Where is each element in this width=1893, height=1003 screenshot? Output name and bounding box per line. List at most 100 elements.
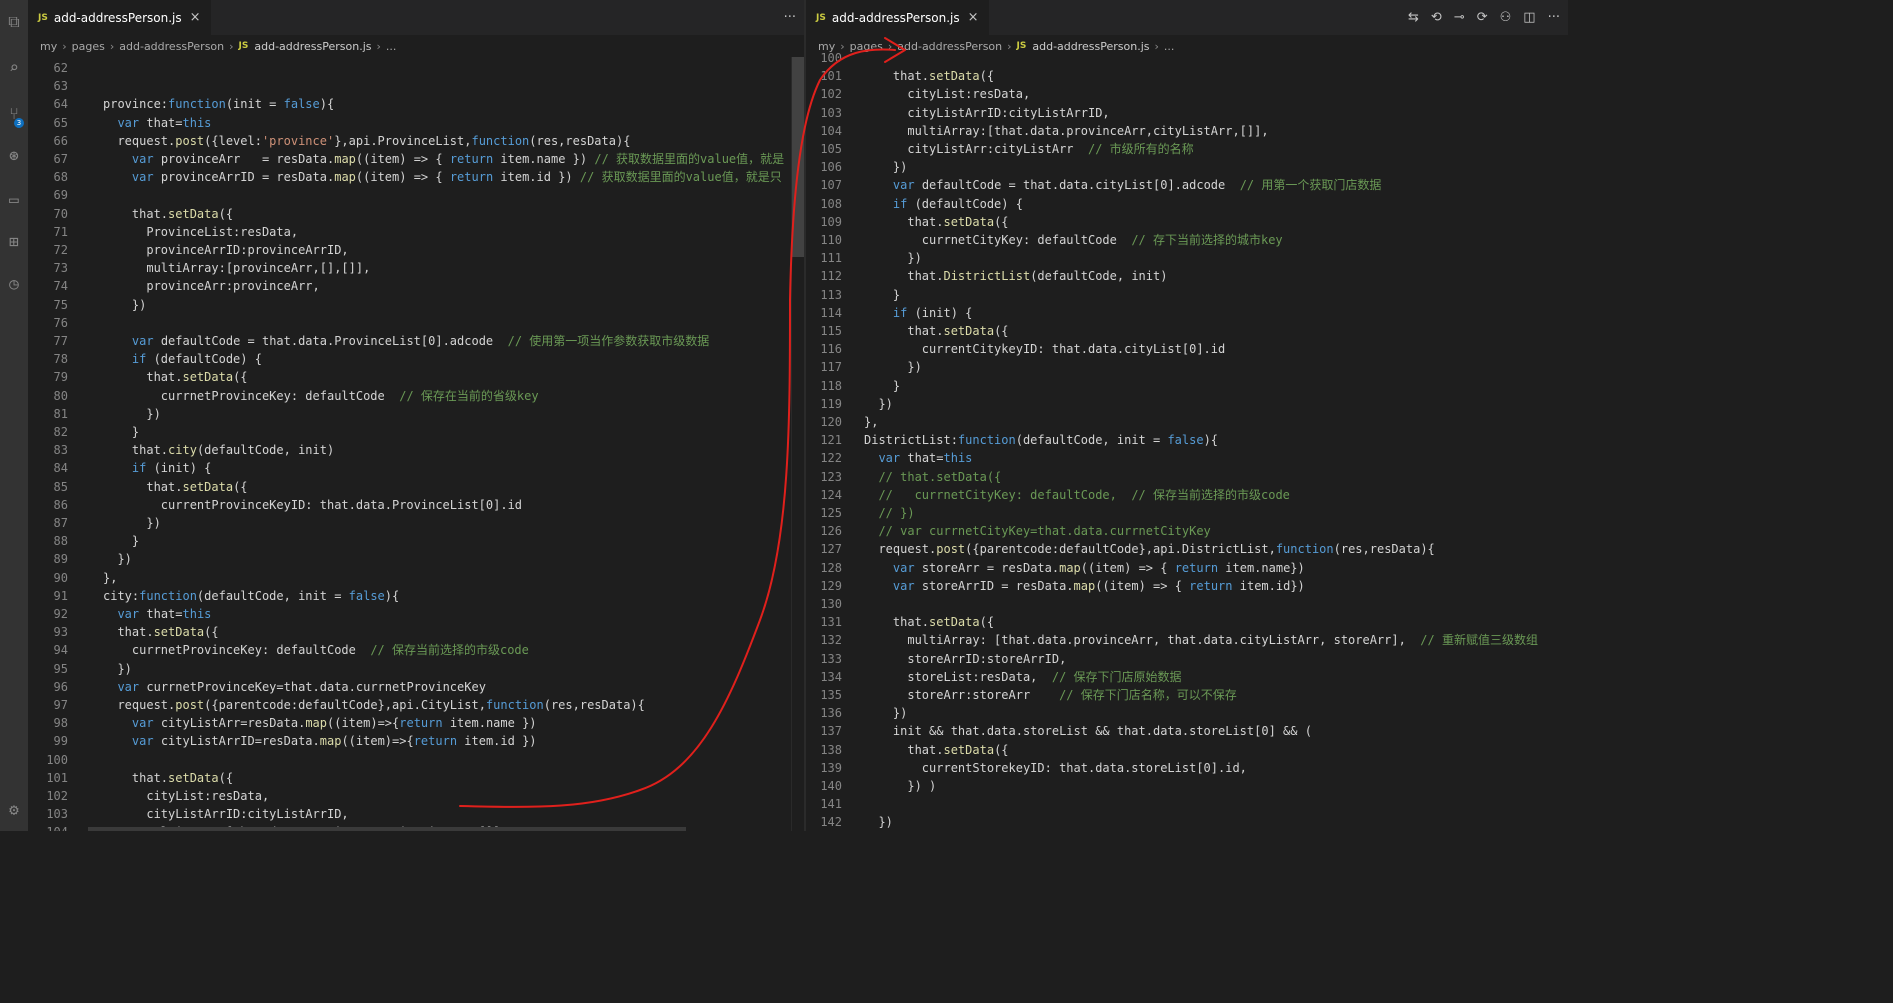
code-line[interactable]: 74 provinceArr:provinceArr, xyxy=(28,277,804,295)
code-line[interactable]: 108 if (defaultCode) { xyxy=(806,195,1568,213)
code-line[interactable]: 119 }) xyxy=(806,395,1568,413)
code-line[interactable]: 71 ProvinceList:resData, xyxy=(28,223,804,241)
code-line[interactable]: 137 init && that.data.storeList && that.… xyxy=(806,722,1568,740)
code-line[interactable]: 76 xyxy=(28,314,804,332)
code-line[interactable]: 77 var defaultCode = that.data.ProvinceL… xyxy=(28,332,804,350)
code-line[interactable]: 114 if (init) { xyxy=(806,304,1568,322)
code-line[interactable]: 138 that.setData({ xyxy=(806,741,1568,759)
code-line[interactable]: 102 cityList:resData, xyxy=(806,85,1568,103)
code-line[interactable]: 142 }) xyxy=(806,813,1568,831)
code-line[interactable]: 116 currentCitykeyID: that.data.cityList… xyxy=(806,340,1568,358)
code-line[interactable]: 85 that.setData({ xyxy=(28,478,804,496)
code-line[interactable]: 103 cityListArrID:cityListArrID, xyxy=(28,805,804,823)
code-line[interactable]: 70 that.setData({ xyxy=(28,205,804,223)
accounts-icon[interactable]: ⚇ xyxy=(1500,10,1512,25)
code-line[interactable]: 95 }) xyxy=(28,660,804,678)
code-line[interactable]: 115 that.setData({ xyxy=(806,322,1568,340)
search-icon[interactable]: ⌕ xyxy=(4,58,24,78)
split-editor-icon[interactable]: ◫ xyxy=(1523,10,1535,25)
code-line[interactable]: 140 }) ) xyxy=(806,777,1568,795)
code-line[interactable]: 101 that.setData({ xyxy=(28,769,804,787)
code-line[interactable]: 96 var currnetProvinceKey=that.data.curr… xyxy=(28,678,804,696)
code-line[interactable]: 83 that.city(defaultCode, init) xyxy=(28,441,804,459)
code-line[interactable]: 131 that.setData({ xyxy=(806,613,1568,631)
close-icon[interactable]: × xyxy=(190,10,201,25)
code-line[interactable]: 68 var provinceArrID = resData.map((item… xyxy=(28,168,804,186)
code-editor-left[interactable]: 62 63 64 province:function(init = false){65… xyxy=(28,57,804,831)
code-line[interactable]: 87 }) xyxy=(28,514,804,532)
code-line[interactable]: 78 if (defaultCode) { xyxy=(28,350,804,368)
tab-add-addressperson-left[interactable]: JS add-addressPerson.js × xyxy=(28,0,211,35)
horizontal-scrollbar-left[interactable] xyxy=(88,827,686,831)
code-line[interactable]: 106 }) xyxy=(806,158,1568,176)
more-actions-icon[interactable]: ··· xyxy=(784,10,796,25)
code-line[interactable]: 101 that.setData({ xyxy=(806,67,1568,85)
debug-icon[interactable]: ⊛ xyxy=(4,146,24,166)
code-line[interactable]: 135 storeArr:storeArr // 保存下门店名称，可以不保存 xyxy=(806,686,1568,704)
breadcrumb-item[interactable]: ... xyxy=(386,40,397,53)
code-line[interactable]: 128 var storeArr = resData.map((item) =>… xyxy=(806,559,1568,577)
code-line[interactable]: 84 if (init) { xyxy=(28,459,804,477)
code-line[interactable]: 90}, xyxy=(28,569,804,587)
code-line[interactable]: 63 xyxy=(28,77,804,95)
code-line[interactable]: 65 var that=this xyxy=(28,114,804,132)
code-line[interactable]: 130 xyxy=(806,595,1568,613)
code-line[interactable]: 110 currnetCityKey: defaultCode // 存下当前选… xyxy=(806,231,1568,249)
breadcrumb-item[interactable]: add-addressPerson.js xyxy=(254,40,371,53)
code-line[interactable]: 133 storeArrID:storeArrID, xyxy=(806,650,1568,668)
code-line[interactable]: 92 var that=this xyxy=(28,605,804,623)
code-line[interactable]: 93 that.setData({ xyxy=(28,623,804,641)
code-line[interactable]: 73 multiArray:[provinceArr,[],[]], xyxy=(28,259,804,277)
open-changes-icon[interactable]: ⇆ xyxy=(1408,10,1419,25)
code-line[interactable]: 103 cityListArrID:cityListArrID, xyxy=(806,104,1568,122)
explorer-icon[interactable]: ⧉ xyxy=(4,12,24,32)
code-line[interactable]: 121 DistrictList:function(defaultCode, in… xyxy=(806,431,1568,449)
code-line[interactable]: 105 cityListArr:cityListArr // 市级所有的名称 xyxy=(806,140,1568,158)
code-line[interactable]: 122 var that=this xyxy=(806,449,1568,467)
code-line[interactable]: 125 // }) xyxy=(806,504,1568,522)
code-line[interactable]: 141 xyxy=(806,795,1568,813)
timeline-compare-icon[interactable]: ⊸ xyxy=(1454,10,1465,25)
code-line[interactable]: 72 provinceArrID:provinceArrID, xyxy=(28,241,804,259)
code-line[interactable]: 102 cityList:resData, xyxy=(28,787,804,805)
timeline-icon[interactable]: ◷ xyxy=(4,274,24,294)
code-line[interactable]: 89 }) xyxy=(28,550,804,568)
code-line[interactable]: 67 var provinceArr = resData.map((item) … xyxy=(28,150,804,168)
code-line[interactable]: 127 request.post({parentcode:defaultCode… xyxy=(806,540,1568,558)
code-line[interactable]: 120}, xyxy=(806,413,1568,431)
code-line[interactable]: 91 city:function(defaultCode, init = fals… xyxy=(28,587,804,605)
code-line[interactable]: 97 request.post({parentcode:defaultCode}… xyxy=(28,696,804,714)
code-line[interactable]: 100 xyxy=(806,49,1568,67)
extensions-icon[interactable]: ⊞ xyxy=(4,232,24,252)
code-line[interactable]: 136 }) xyxy=(806,704,1568,722)
code-line[interactable]: 98 var cityListArr=resData.map((item)=>{… xyxy=(28,714,804,732)
code-line[interactable]: 124 // currnetCityKey: defaultCode, // 保… xyxy=(806,486,1568,504)
code-line[interactable]: 109 that.setData({ xyxy=(806,213,1568,231)
code-line[interactable]: 139 currentStorekeyID: that.data.storeLi… xyxy=(806,759,1568,777)
more-actions-icon[interactable]: ··· xyxy=(1548,10,1560,25)
code-line[interactable]: 100 xyxy=(28,751,804,769)
vertical-scrollbar-left[interactable] xyxy=(791,57,804,831)
code-editor-right[interactable]: 100 101 that.setData({102 cityList:resDat… xyxy=(806,51,1568,831)
code-line[interactable]: 66 request.post({level:'province'},api.P… xyxy=(28,132,804,150)
code-line[interactable]: 118 } xyxy=(806,377,1568,395)
go-forward-icon[interactable]: ⟳ xyxy=(1477,10,1488,25)
settings-gear-icon[interactable]: ⚙ xyxy=(4,800,24,820)
code-line[interactable]: 113 } xyxy=(806,286,1568,304)
code-line[interactable]: 88 } xyxy=(28,532,804,550)
code-line[interactable]: 82 } xyxy=(28,423,804,441)
code-line[interactable]: 104 multiArray:[that.data.provinceArr,ci… xyxy=(806,122,1568,140)
code-line[interactable]: 64 province:function(init = false){ xyxy=(28,95,804,113)
breadcrumb-item[interactable]: pages xyxy=(72,40,105,53)
remote-explorer-icon[interactable]: ▭ xyxy=(4,190,24,210)
code-line[interactable]: 94 currnetProvinceKey: defaultCode // 保存… xyxy=(28,641,804,659)
close-icon[interactable]: × xyxy=(968,10,979,25)
code-line[interactable]: 117 }) xyxy=(806,358,1568,376)
scrollbar-thumb[interactable] xyxy=(792,57,804,257)
code-line[interactable]: 123 // that.setData({ xyxy=(806,468,1568,486)
code-line[interactable]: 99 var cityListArrID=resData.map((item)=… xyxy=(28,732,804,750)
breadcrumb-item[interactable]: my xyxy=(40,40,57,53)
tab-add-addressperson-right[interactable]: JS add-addressPerson.js × xyxy=(806,0,989,35)
code-line[interactable]: 134 storeList:resData, // 保存下门店原始数据 xyxy=(806,668,1568,686)
code-line[interactable]: 112 that.DistrictList(defaultCode, init) xyxy=(806,267,1568,285)
